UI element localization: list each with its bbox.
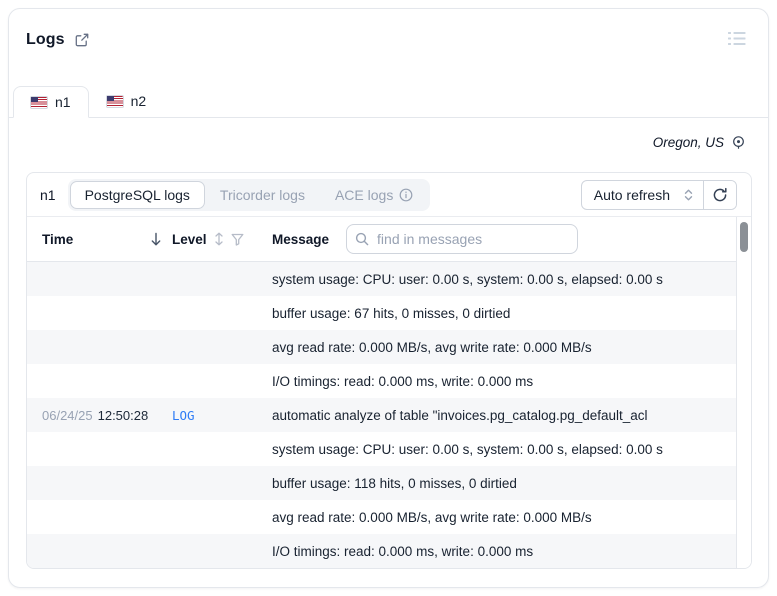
log-row: buffer usage: 118 hits, 0 misses, 0 dirt… [27,466,736,500]
log-date: 06/24/25 [42,407,93,423]
log-message: system usage: CPU: user: 0.00 s, system:… [272,441,663,457]
scrollbar-thumb[interactable] [740,222,748,252]
sort-icon[interactable] [214,232,224,246]
log-message: I/O timings: read: 0.000 ms, write: 0.00… [272,373,534,389]
log-level: LOG [172,407,195,423]
log-message: avg read rate: 0.000 MB/s, avg write rat… [272,339,592,355]
list-icon[interactable] [728,31,746,46]
column-level[interactable]: Level [172,232,272,247]
external-link-icon[interactable] [74,32,90,48]
log-time: 12:50:28 [97,407,149,423]
log-row: avg read rate: 0.000 MB/s, avg write rat… [27,330,736,364]
search-field [346,224,579,254]
log-row: system usage: CPU: user: 0.00 s, system:… [27,432,736,466]
log-message: automatic analyze of table "invoices.pg_… [272,407,648,423]
search-input[interactable] [346,224,579,254]
table-header: Time Level Message find in messages [27,217,736,262]
auto-refresh-select[interactable]: Auto refresh [582,181,703,209]
refresh-icon [713,187,727,201]
tab-label: n2 [130,93,147,109]
chevron-up-down-icon [684,189,693,200]
log-row: 06/24/25 12:50:28 LOG automatic analyze o… [27,398,736,432]
log-row: system usage: CPU: user: 0.00 s, system:… [27,262,736,296]
log-rows: system usage: CPU: user: 0.00 s, system:… [27,262,736,568]
logs-toolbar: n1 PostgreSQL logs Tricorder logs ACE lo… [27,173,751,217]
page-title: Logs [26,31,65,48]
log-message: system usage: CPU: user: 0.00 s, system:… [272,271,663,287]
us-flag-icon [30,95,48,109]
card-header: Logs [9,9,768,55]
postgresql-logs-button[interactable]: PostgreSQL logs [69,180,205,209]
column-message: Message [272,224,736,254]
tab-n2[interactable]: n2 [89,85,165,117]
scrollbar-track[interactable] [736,217,751,568]
log-row: buffer usage: 67 hits, 0 misses, 0 dirti… [27,296,736,330]
logs-panel: n1 PostgreSQL logs Tricorder logs ACE lo… [26,172,752,569]
log-message: buffer usage: 67 hits, 0 misses, 0 dirti… [272,305,511,321]
search-icon [355,232,369,246]
ace-logs-button[interactable]: ACE logs [320,181,428,209]
log-message: avg read rate: 0.000 MB/s, avg write rat… [272,509,592,525]
filter-icon[interactable] [231,233,244,246]
log-message: buffer usage: 118 hits, 0 misses, 0 dirt… [272,475,517,491]
instance-label: n1 [40,186,56,203]
location-icon [731,135,746,150]
log-row: I/O timings: read: 0.000 ms, write: 0.00… [27,364,736,398]
log-source-switcher: PostgreSQL logs Tricorder logs ACE logs [67,178,431,211]
log-row: I/O timings: read: 0.000 ms, write: 0.00… [27,534,736,568]
log-message: I/O timings: read: 0.000 ms, write: 0.00… [272,543,534,559]
tab-label: n1 [55,94,71,110]
tricorder-logs-button[interactable]: Tricorder logs [205,181,320,209]
instance-tabbar: n1 n2 [9,85,768,118]
region-row: Oregon, US [9,118,768,166]
region-label: Oregon, US [652,134,724,150]
refresh-controls: Auto refresh [580,179,737,210]
logs-card: Logs n1 n2 Oregon, US n1 PostgreSQL logs… [8,8,769,588]
sort-descending-icon[interactable] [150,232,162,246]
log-row: avg read rate: 0.000 MB/s, avg write rat… [27,500,736,534]
tab-n1[interactable]: n1 [13,86,89,118]
logs-table: Time Level Message find in messages syst… [27,217,751,568]
info-icon [399,188,413,201]
refresh-button[interactable] [704,180,736,209]
column-time[interactable]: Time [27,232,172,247]
us-flag-icon [105,94,124,108]
